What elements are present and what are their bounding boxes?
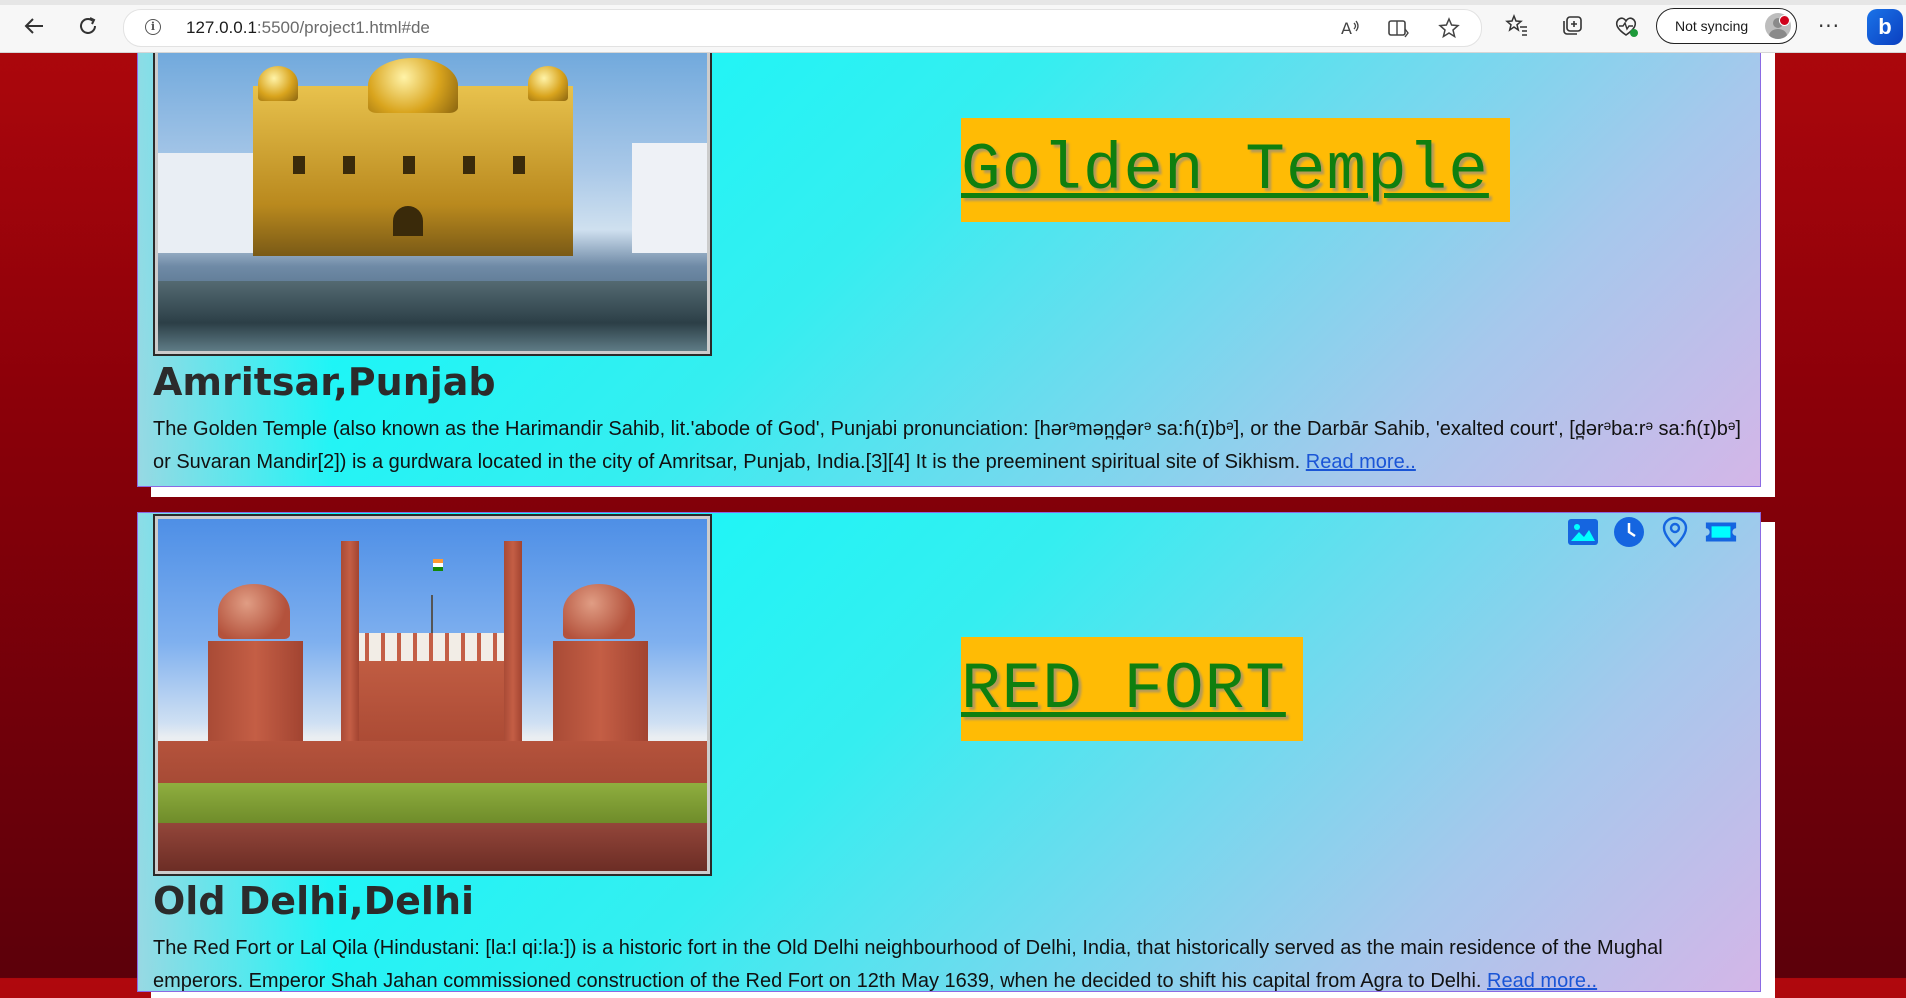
card-action-icons [1566, 515, 1738, 549]
temple-window [393, 206, 423, 236]
browser-toolbar: i 127.0.0.1:5500/project1.html#de A Not … [0, 0, 1906, 53]
svg-text:A: A [1341, 19, 1352, 38]
golden-temple-title-link[interactable]: Golden Temple [961, 133, 1489, 208]
fort-cupola [563, 584, 635, 639]
temple-window [293, 156, 305, 174]
profile-sync-button[interactable]: Not syncing [1656, 8, 1797, 44]
temple-window [403, 156, 415, 174]
red-fort-title-link[interactable]: RED FORT [961, 652, 1286, 727]
red-fort-image [158, 519, 707, 871]
back-button[interactable] [19, 11, 49, 41]
tab-strip-edge [0, 0, 1906, 5]
temple-window [463, 156, 475, 174]
address-bar[interactable]: i 127.0.0.1:5500/project1.html#de A [123, 9, 1482, 47]
red-fort-read-more-link[interactable]: Read more.. [1487, 970, 1597, 992]
avatar [1765, 13, 1791, 39]
temple-main-building [253, 58, 573, 256]
indian-flag [433, 559, 443, 571]
image-icon[interactable] [1566, 515, 1600, 549]
site-info-icon[interactable]: i [145, 19, 161, 35]
bing-copilot-icon[interactable]: b [1867, 9, 1903, 45]
golden-temple-heading[interactable]: Golden Temple [961, 118, 1510, 222]
golden-temple-description-text: The Golden Temple (also known as the Har… [153, 418, 1741, 473]
fort-lawn [158, 783, 707, 823]
temple-window [343, 156, 355, 174]
favorite-star-icon[interactable] [1438, 17, 1460, 39]
sync-error-dot [1779, 15, 1790, 26]
temple-side-building [158, 153, 253, 253]
fort-arches [353, 633, 508, 661]
golden-temple-read-more-link[interactable]: Read more.. [1306, 451, 1416, 473]
fort-cupola [218, 584, 290, 639]
attraction-card-red-fort: RED FORT Old Delhi,Delhi The Red Fort or… [137, 512, 1761, 992]
temple-window [513, 156, 525, 174]
red-fort-photo [153, 514, 712, 876]
reload-icon [80, 17, 96, 34]
sync-status-label: Not syncing [1675, 18, 1749, 34]
browser-essentials-icon[interactable] [1613, 13, 1639, 39]
golden-temple-photo [153, 43, 712, 356]
temple-dome [368, 58, 458, 113]
golden-temple-location: Amritsar,Punjab [153, 360, 496, 404]
favorites-icon[interactable] [1504, 13, 1530, 39]
temple-water [158, 281, 707, 351]
immersive-reader-icon[interactable] [1387, 17, 1409, 39]
flag-pole [431, 595, 433, 633]
red-fort-heading[interactable]: RED FORT [961, 637, 1303, 741]
red-fort-location: Old Delhi,Delhi [153, 879, 475, 923]
fort-moat [158, 823, 707, 871]
clock-icon[interactable] [1612, 515, 1646, 549]
read-aloud-icon[interactable]: A [1339, 17, 1361, 39]
red-fort-description-text: The Red Fort or Lal Qila (Hindustani: [l… [153, 937, 1663, 992]
collections-icon[interactable] [1560, 13, 1586, 39]
temple-dome [258, 66, 298, 101]
ticket-icon[interactable] [1704, 515, 1738, 549]
golden-temple-image [158, 48, 707, 351]
location-pin-icon[interactable] [1658, 515, 1692, 549]
url-path: :5500/project1.html#de [256, 18, 430, 37]
url-host: 127.0.0.1 [186, 18, 257, 37]
more-options-icon[interactable]: ··· [1816, 13, 1842, 39]
red-fort-description: The Red Fort or Lal Qila (Hindustani: [l… [153, 932, 1743, 998]
back-arrow-icon [24, 18, 43, 34]
reload-button[interactable] [73, 11, 103, 41]
temple-dome [528, 66, 568, 101]
attraction-card-golden-temple: Golden Temple Amritsar,Punjab The Golden… [137, 25, 1761, 487]
golden-temple-description: The Golden Temple (also known as the Har… [153, 413, 1743, 479]
url-text[interactable]: 127.0.0.1:5500/project1.html#de [186, 18, 430, 38]
temple-side-building [632, 143, 707, 253]
